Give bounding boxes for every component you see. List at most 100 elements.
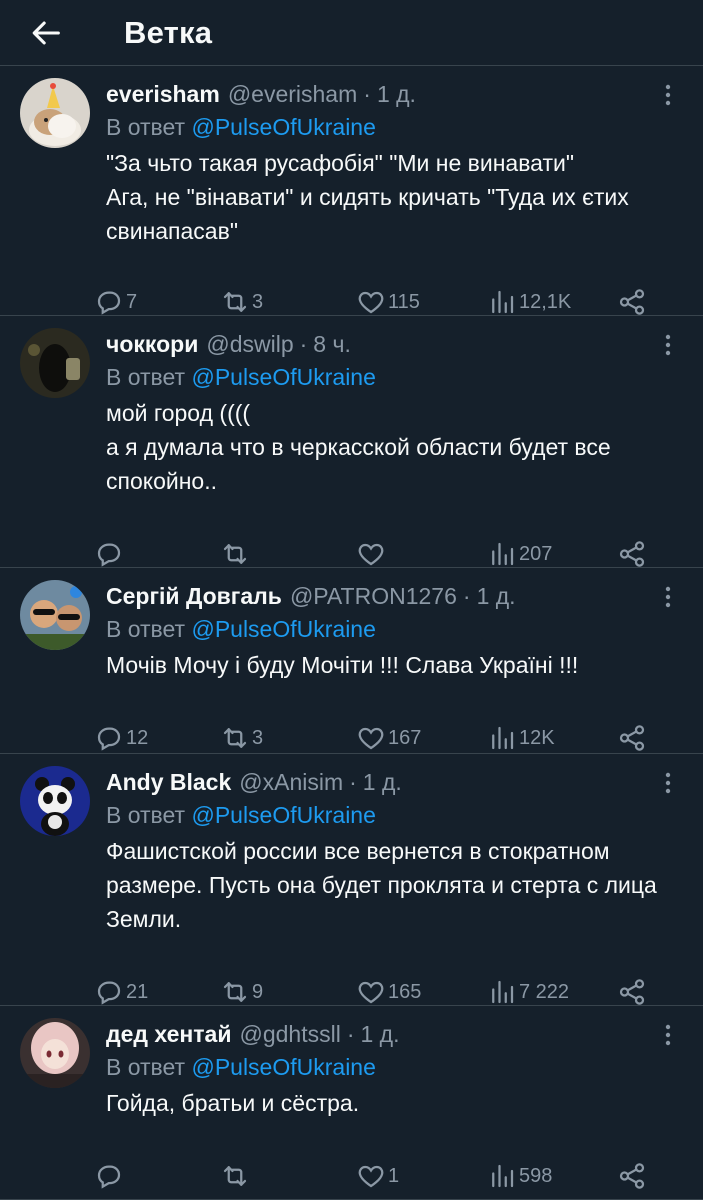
views-button[interactable]: 598 [487, 1156, 552, 1196]
avatar[interactable] [20, 1018, 90, 1088]
timestamp[interactable]: 1 д. [477, 580, 516, 612]
view-count: 7 222 [519, 980, 570, 1003]
share-icon [619, 1163, 645, 1189]
retweet-icon [223, 982, 247, 1002]
author-handle[interactable]: @xAnisim [239, 766, 343, 798]
reply-list: everisham @everisham · 1 д. В ответ @Pul… [0, 66, 703, 1200]
view-count: 598 [519, 1164, 553, 1187]
comment-icon [97, 543, 121, 567]
reply-prefix: В ответ [106, 1054, 186, 1080]
more-vertical-icon [665, 334, 671, 356]
more-options-button[interactable] [653, 582, 683, 612]
reply-context: В ответ @PulseOfUkraine [106, 1050, 683, 1084]
share-button[interactable] [617, 718, 647, 758]
retweet-button[interactable]: 3 [220, 718, 263, 758]
dark-figure-avatar-icon [20, 328, 90, 398]
reply-prefix: В ответ [106, 364, 186, 390]
author-handle[interactable]: @gdhtssll [239, 1018, 340, 1050]
share-icon [619, 725, 645, 751]
anime-girl-avatar-icon [20, 1018, 90, 1088]
reply-context: В ответ @PulseOfUkraine [106, 612, 683, 646]
separator-dot: · [363, 81, 371, 107]
comment-icon [97, 727, 121, 751]
more-options-button[interactable] [653, 80, 683, 110]
mention-link[interactable]: @PulseOfUkraine [191, 1054, 375, 1080]
more-options-button[interactable] [653, 768, 683, 798]
like-button[interactable]: 1 [356, 1156, 399, 1196]
reply-tweet[interactable]: Сергій Довгаль @PATRON1276 · 1 д. В отве… [0, 568, 703, 754]
tweet-text: Мочів Мочу і буду Мочіти !!! Слава Украї… [106, 652, 579, 678]
timestamp[interactable]: 1 д. [363, 766, 402, 798]
avatar[interactable] [20, 328, 90, 398]
back-button[interactable] [0, 0, 96, 66]
more-vertical-icon [665, 586, 671, 608]
author-name[interactable]: дед хентай [106, 1018, 231, 1050]
reply-tweet[interactable]: чоккори @dswilp · 8 ч. В ответ @PulseOfU… [0, 316, 703, 568]
author-name[interactable]: Andy Black [106, 766, 231, 798]
author-handle[interactable]: @PATRON1276 [290, 580, 457, 612]
action-bar: 1 598 [94, 1140, 674, 1200]
like-button[interactable]: 167 [356, 718, 421, 758]
reply-tweet[interactable]: Andy Black @xAnisim · 1 д. В ответ @Puls… [0, 754, 703, 1006]
heart-icon [358, 981, 384, 1004]
panda-avatar-icon [20, 766, 90, 836]
guinea-pig-avatar-icon [20, 78, 90, 148]
page-title: Ветка [124, 14, 213, 50]
separator-dot: · [299, 331, 308, 357]
heart-icon [358, 291, 384, 314]
reply-tweet[interactable]: everisham @everisham · 1 д. В ответ @Pul… [0, 66, 703, 316]
reply-context: В ответ @PulseOfUkraine [106, 798, 683, 832]
reply-context: В ответ @PulseOfUkraine [106, 360, 683, 394]
reply-count: 12 [126, 726, 149, 749]
retweet-count: 3 [252, 290, 264, 313]
timestamp[interactable]: 1 д. [377, 78, 416, 110]
share-icon [619, 541, 645, 567]
author-handle[interactable]: @everisham [228, 78, 357, 110]
more-options-button[interactable] [653, 330, 683, 360]
timestamp[interactable]: 8 ч. [313, 328, 351, 360]
heart-icon [358, 1165, 384, 1188]
two-men-avatar-icon [20, 580, 90, 650]
views-button[interactable]: 12K [487, 718, 555, 758]
avatar[interactable] [20, 766, 90, 836]
analytics-icon [492, 726, 514, 750]
mention-link[interactable]: @PulseOfUkraine [191, 114, 375, 140]
view-count: 207 [519, 542, 553, 565]
mention-link[interactable]: @PulseOfUkraine [191, 364, 375, 390]
reply-count: 21 [126, 980, 149, 1003]
analytics-icon [492, 290, 514, 314]
separator-dot: · [462, 583, 471, 609]
timestamp[interactable]: 1 д. [361, 1018, 400, 1050]
reply-context: В ответ @PulseOfUkraine [106, 110, 683, 144]
more-vertical-icon [665, 84, 671, 106]
author-name[interactable]: Сергій Довгаль [106, 580, 282, 612]
author-name[interactable]: everisham [106, 78, 220, 110]
reply-button[interactable] [94, 1156, 126, 1196]
reply-prefix: В ответ [106, 114, 186, 140]
view-count: 12K [519, 726, 555, 749]
more-vertical-icon [665, 1024, 671, 1046]
separator-dot: · [349, 769, 357, 795]
retweet-button[interactable] [220, 1156, 252, 1196]
author-name[interactable]: чоккори [106, 328, 198, 360]
comment-icon [97, 981, 121, 1005]
reply-count: 7 [126, 290, 138, 313]
mention-link[interactable]: @PulseOfUkraine [191, 616, 375, 642]
comment-icon [97, 291, 121, 315]
mention-link[interactable]: @PulseOfUkraine [191, 802, 375, 828]
reply-prefix: В ответ [106, 616, 186, 642]
author-handle[interactable]: @dswilp [206, 328, 293, 360]
heart-icon [358, 727, 384, 750]
avatar[interactable] [20, 580, 90, 650]
more-options-button[interactable] [653, 1020, 683, 1050]
avatar[interactable] [20, 78, 90, 148]
analytics-icon [492, 1164, 514, 1188]
analytics-icon [492, 980, 514, 1004]
comment-icon [97, 1165, 121, 1189]
share-button[interactable] [617, 1156, 647, 1196]
retweet-icon [223, 728, 247, 748]
reply-tweet[interactable]: дед хентай @gdhtssll · 1 д. В ответ @Pul… [0, 1006, 703, 1200]
more-vertical-icon [665, 772, 671, 794]
reply-button[interactable]: 12 [94, 718, 148, 758]
tweet-text: мой город (((( а я думала что в черкасск… [106, 400, 611, 494]
